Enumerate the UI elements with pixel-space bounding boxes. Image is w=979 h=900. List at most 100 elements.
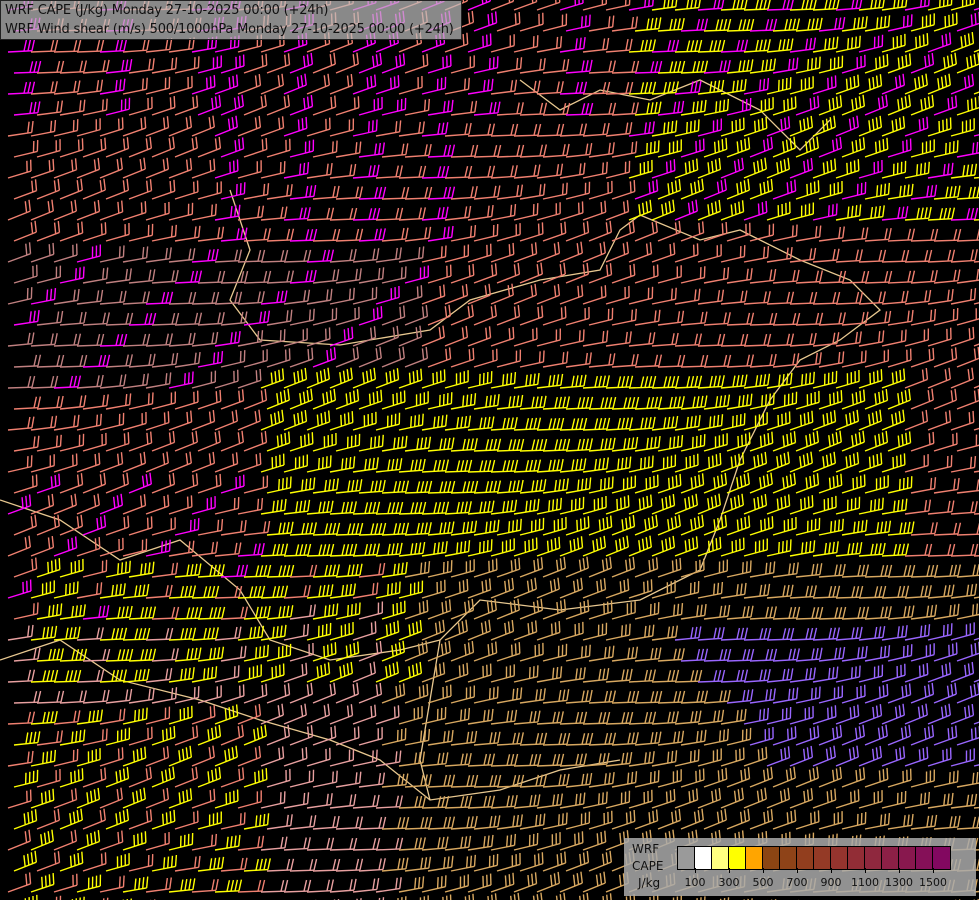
wind-barb [611,690,640,704]
wind-barb [582,241,606,263]
wind-barb [950,748,975,767]
wind-barb [473,101,501,116]
wind-barb [674,788,699,809]
wind-barb [674,536,699,557]
wind-barb [329,411,354,431]
wind-barb [703,433,728,452]
wind-barb [444,459,473,473]
wind-barb [128,606,157,620]
wind-barb [582,871,606,893]
wind-barb [634,220,658,242]
wind-barb [565,14,591,32]
wind-barb [766,201,791,221]
wind-barb [864,54,889,74]
wind-barb [306,117,331,137]
wind-barb [59,514,84,536]
wind-barb [680,603,707,620]
wind-barb [680,221,705,242]
wind-barb [283,116,308,137]
wind-barb [766,494,791,515]
wind-barb [30,535,55,557]
wind-barb [122,584,150,599]
wind-barb [450,730,478,746]
wind-barb [7,159,32,179]
wind-barb [444,662,469,683]
wind-barb [726,178,750,200]
wind-barb [881,73,906,95]
wind-barb [99,830,124,851]
wind-barb [24,894,38,900]
wind-barb [904,454,929,473]
wind-barb [82,267,109,284]
legend-swatch [831,847,848,869]
wind-barb [381,728,407,746]
wind-barb [858,452,883,473]
wind-barb [7,789,32,809]
wind-barb [128,726,153,746]
wind-barb [726,515,751,536]
wind-barb [260,116,285,137]
wind-barb [513,710,541,725]
wind-barb [266,521,294,536]
wind-barb [76,157,101,179]
wind-barb [335,52,359,74]
wind-barb [611,263,636,284]
wind-barb [421,579,446,599]
wind-barb [283,162,310,179]
wind-barb [266,683,291,704]
wind-barb [933,388,957,410]
wind-barb [168,451,192,473]
wind-barb [697,493,721,515]
wind-barb [82,312,110,326]
wind-barb [398,706,423,725]
wind-barb [381,346,405,368]
wind-barb [933,95,958,116]
wind-barb [927,367,951,389]
wind-barb [835,496,861,515]
wind-barb [59,221,84,242]
wind-barb [289,769,315,788]
wind-barb [467,578,492,599]
wind-barb [795,390,820,410]
wind-barb [358,772,386,788]
wind-barb [496,642,521,662]
wind-barb [467,326,492,347]
wind-barb [674,493,698,515]
wind-barb [398,795,427,809]
wind-barb [289,139,315,158]
wind-barb [404,53,429,74]
wind-barb [881,0,908,11]
wind-barb [427,99,454,116]
wind-barb [7,579,32,599]
wind-barb [651,159,676,179]
wind-barb [904,161,930,179]
wind-barb [611,353,639,368]
wind-barb [611,60,640,74]
wind-barb [467,243,492,263]
wind-barb [358,306,383,326]
wind-barb [973,337,979,347]
wind-barb [536,536,561,557]
wind-barb [565,262,590,284]
wind-barb [651,669,680,683]
wind-barb [174,473,199,494]
wind-barb [122,246,149,263]
wind-barb [605,623,631,641]
wind-barb [490,34,515,53]
wind-barb [628,624,655,641]
wind-barb [30,829,54,851]
wind-barb [973,378,979,389]
wind-barb [76,874,102,893]
wind-barb [680,311,708,326]
wind-barb [36,139,61,158]
wind-barb [672,895,682,900]
wind-barb [404,599,429,620]
wind-barb [358,479,386,494]
wind-barb [329,661,354,683]
wind-barb [105,515,130,536]
wind-barb [726,767,751,788]
wind-barb [933,347,958,368]
wind-barb [260,368,285,389]
wind-barb [973,42,979,53]
wind-barb [174,766,198,788]
